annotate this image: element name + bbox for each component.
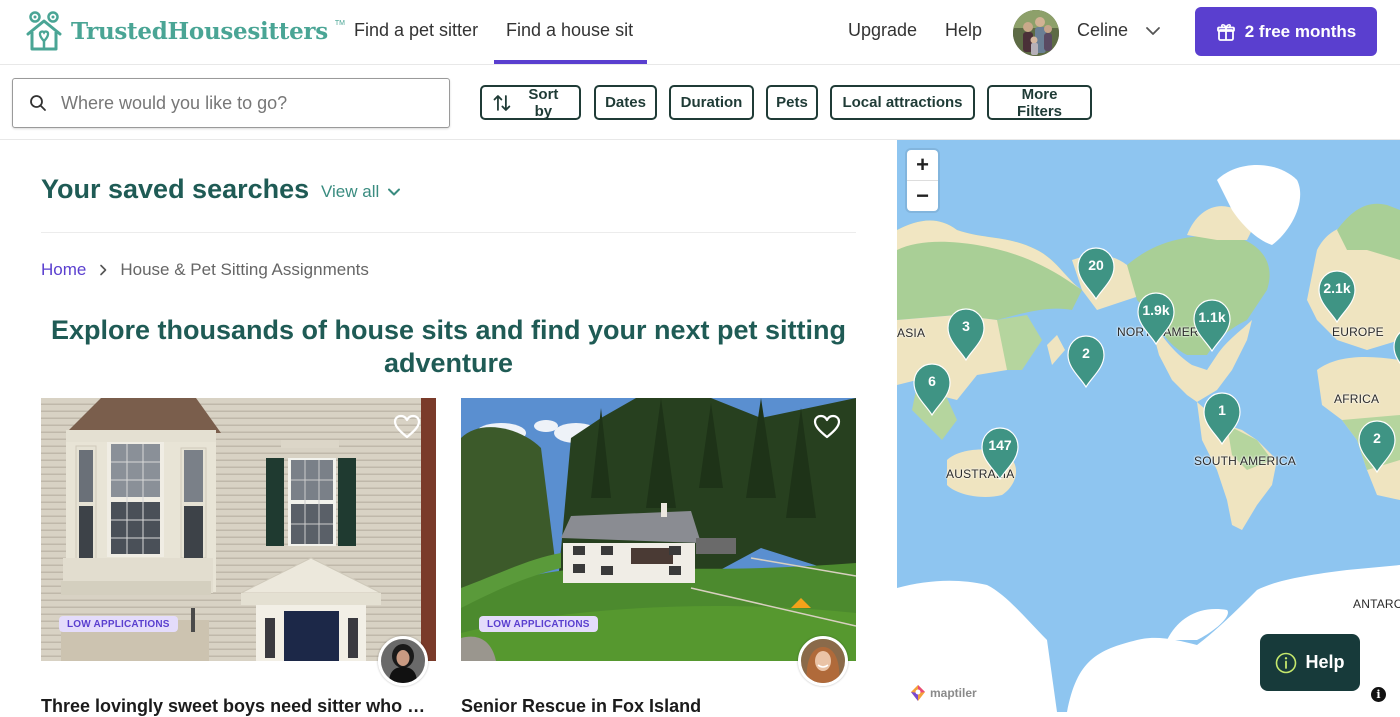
listing-card[interactable]: LOW APPLICATIONS Three lovingly sweet bo… [41, 398, 436, 716]
chevron-down-icon[interactable] [1145, 23, 1161, 39]
continent-label-antarctica: ANTARCTICA [1353, 597, 1400, 611]
maptiler-label: maptiler [930, 686, 977, 700]
duration-filter-button[interactable]: Duration [669, 85, 754, 120]
map-cluster-marker[interactable]: 1 [1202, 390, 1242, 446]
host-photo-image [381, 639, 425, 683]
saved-searches-title: Your saved searches [41, 174, 310, 204]
map-cluster-marker[interactable]: 20 [1076, 245, 1116, 301]
heart-icon[interactable] [393, 414, 421, 440]
map-cluster-marker[interactable]: 147 [980, 425, 1020, 481]
filter-bar: Sort by Dates Duration Pets Local attrac… [0, 65, 1400, 140]
map-cluster-marker[interactable]: 2 [1066, 333, 1106, 389]
breadcrumb-current: House & Pet Sitting Assignments [120, 260, 369, 279]
chevron-down-icon [388, 188, 401, 196]
host-photo-image [801, 639, 845, 683]
map-cluster-marker[interactable]: 3 [946, 306, 986, 362]
nav-help[interactable]: Help [945, 20, 982, 41]
map-zoom-out-button[interactable]: − [907, 180, 938, 210]
dates-filter-button[interactable]: Dates [594, 85, 657, 120]
free-months-button[interactable]: 2 free months [1195, 7, 1377, 56]
breadcrumb-home[interactable]: Home [41, 260, 86, 280]
listing-title[interactable]: Senior Rescue in Fox Island [461, 696, 856, 717]
map-cluster-marker[interactable] [1392, 325, 1400, 381]
listing-card[interactable]: LOW APPLICATIONS Senior Rescue in Fox Is… [461, 398, 856, 716]
continent-label-asia: ASIA [897, 326, 926, 340]
local-attractions-filter-button[interactable]: Local attractions [830, 85, 975, 120]
view-all-saved-searches[interactable]: View all [321, 182, 401, 202]
nav-upgrade[interactable]: Upgrade [848, 20, 917, 41]
nav-find-pet-sitter[interactable]: Find a pet sitter [354, 20, 478, 41]
search-box[interactable] [12, 78, 450, 128]
map-cluster-marker[interactable]: 1.1k [1192, 297, 1232, 353]
breadcrumb: Home House & Pet Sitting Assignments [41, 260, 369, 280]
map-cluster-marker[interactable]: 2.1k [1317, 268, 1357, 324]
heart-icon[interactable] [813, 414, 841, 440]
active-tab-indicator [494, 60, 647, 64]
low-applications-badge: LOW APPLICATIONS [59, 616, 178, 632]
search-results-map[interactable]: + − ASIA NORTH AMERICA EUROPE AFRICA SOU… [897, 140, 1400, 712]
logo-text: TrustedHousesitters [71, 17, 328, 45]
map-zoom-in-button[interactable]: + [907, 150, 938, 180]
user-avatar[interactable] [1013, 10, 1059, 56]
host-avatar[interactable] [798, 636, 848, 686]
continent-label-europe: EUROPE [1332, 325, 1384, 339]
nav-find-house-sit[interactable]: Find a house sit [506, 20, 633, 41]
sort-by-label: Sort by [528, 85, 559, 120]
map-attribution-info-button[interactable]: i [1371, 687, 1386, 702]
logo-trademark: TM [334, 19, 345, 27]
world-map-tiles [897, 165, 1400, 712]
listing-photo[interactable]: LOW APPLICATIONS [41, 398, 436, 661]
map-cluster-marker[interactable]: 6 [912, 361, 952, 417]
sort-by-button[interactable]: Sort by [480, 85, 581, 120]
info-circle-icon [1276, 652, 1297, 673]
pets-filter-button[interactable]: Pets [766, 85, 818, 120]
section-divider [41, 232, 856, 233]
map-zoom-control: + − [907, 150, 938, 211]
more-filters-button[interactable]: More Filters [987, 85, 1092, 120]
avatar-photo-icon [1013, 10, 1059, 56]
gift-icon [1216, 23, 1235, 41]
help-button-label: Help [1305, 652, 1345, 672]
continent-label-africa: AFRICA [1334, 392, 1380, 406]
listing-photo[interactable]: LOW APPLICATIONS [461, 398, 856, 661]
logo[interactable]: TrustedHousesitters TM [25, 10, 345, 52]
continent-label-south-america: SOUTH AMERICA [1194, 454, 1296, 468]
view-all-label: View all [321, 182, 380, 201]
maptiler-attribution[interactable]: maptiler [909, 684, 977, 702]
destination-search-input[interactable] [61, 92, 421, 114]
top-navigation: TrustedHousesitters TM Find a pet sitter … [0, 0, 1400, 65]
map-cluster-marker[interactable]: 1.9k [1136, 290, 1176, 346]
search-icon [30, 95, 46, 111]
host-avatar[interactable] [378, 636, 428, 686]
user-name[interactable]: Celine [1077, 20, 1128, 41]
map-cluster-marker[interactable]: 2 [1357, 418, 1397, 474]
low-applications-badge: LOW APPLICATIONS [479, 616, 598, 632]
sort-icon [493, 94, 511, 111]
listing-title[interactable]: Three lovingly sweet boys need sitter wh… [41, 696, 436, 717]
help-button[interactable]: Help [1260, 634, 1360, 691]
free-months-label: 2 free months [1244, 21, 1357, 41]
page-title: Explore thousands of house sits and find… [50, 315, 847, 378]
chevron-right-icon [100, 264, 107, 276]
maptiler-logo-icon [911, 685, 925, 701]
house-heart-logo-icon [26, 11, 62, 51]
